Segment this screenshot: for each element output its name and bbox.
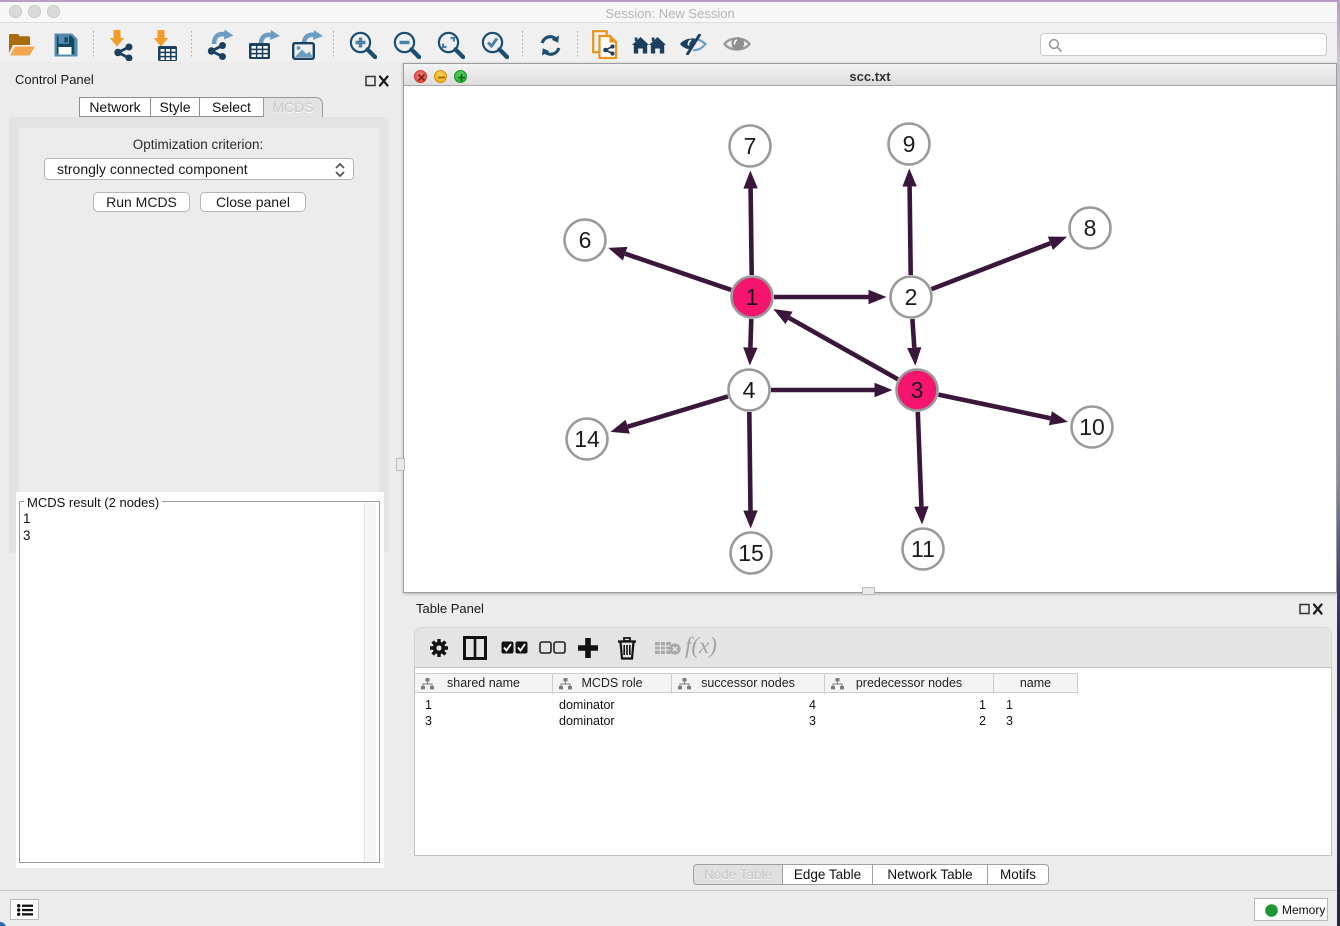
svg-text:11: 11 bbox=[911, 536, 935, 562]
svg-text:15: 15 bbox=[738, 540, 764, 566]
svg-text:8: 8 bbox=[1084, 215, 1097, 241]
svg-text:7: 7 bbox=[744, 133, 757, 159]
svg-text:3: 3 bbox=[911, 377, 924, 403]
svg-text:1: 1 bbox=[746, 284, 759, 310]
svg-text:14: 14 bbox=[574, 426, 600, 452]
svg-text:9: 9 bbox=[903, 131, 916, 157]
svg-text:2: 2 bbox=[905, 284, 918, 310]
svg-text:10: 10 bbox=[1079, 414, 1105, 440]
svg-text:4: 4 bbox=[743, 377, 756, 403]
svg-text:6: 6 bbox=[579, 227, 592, 253]
